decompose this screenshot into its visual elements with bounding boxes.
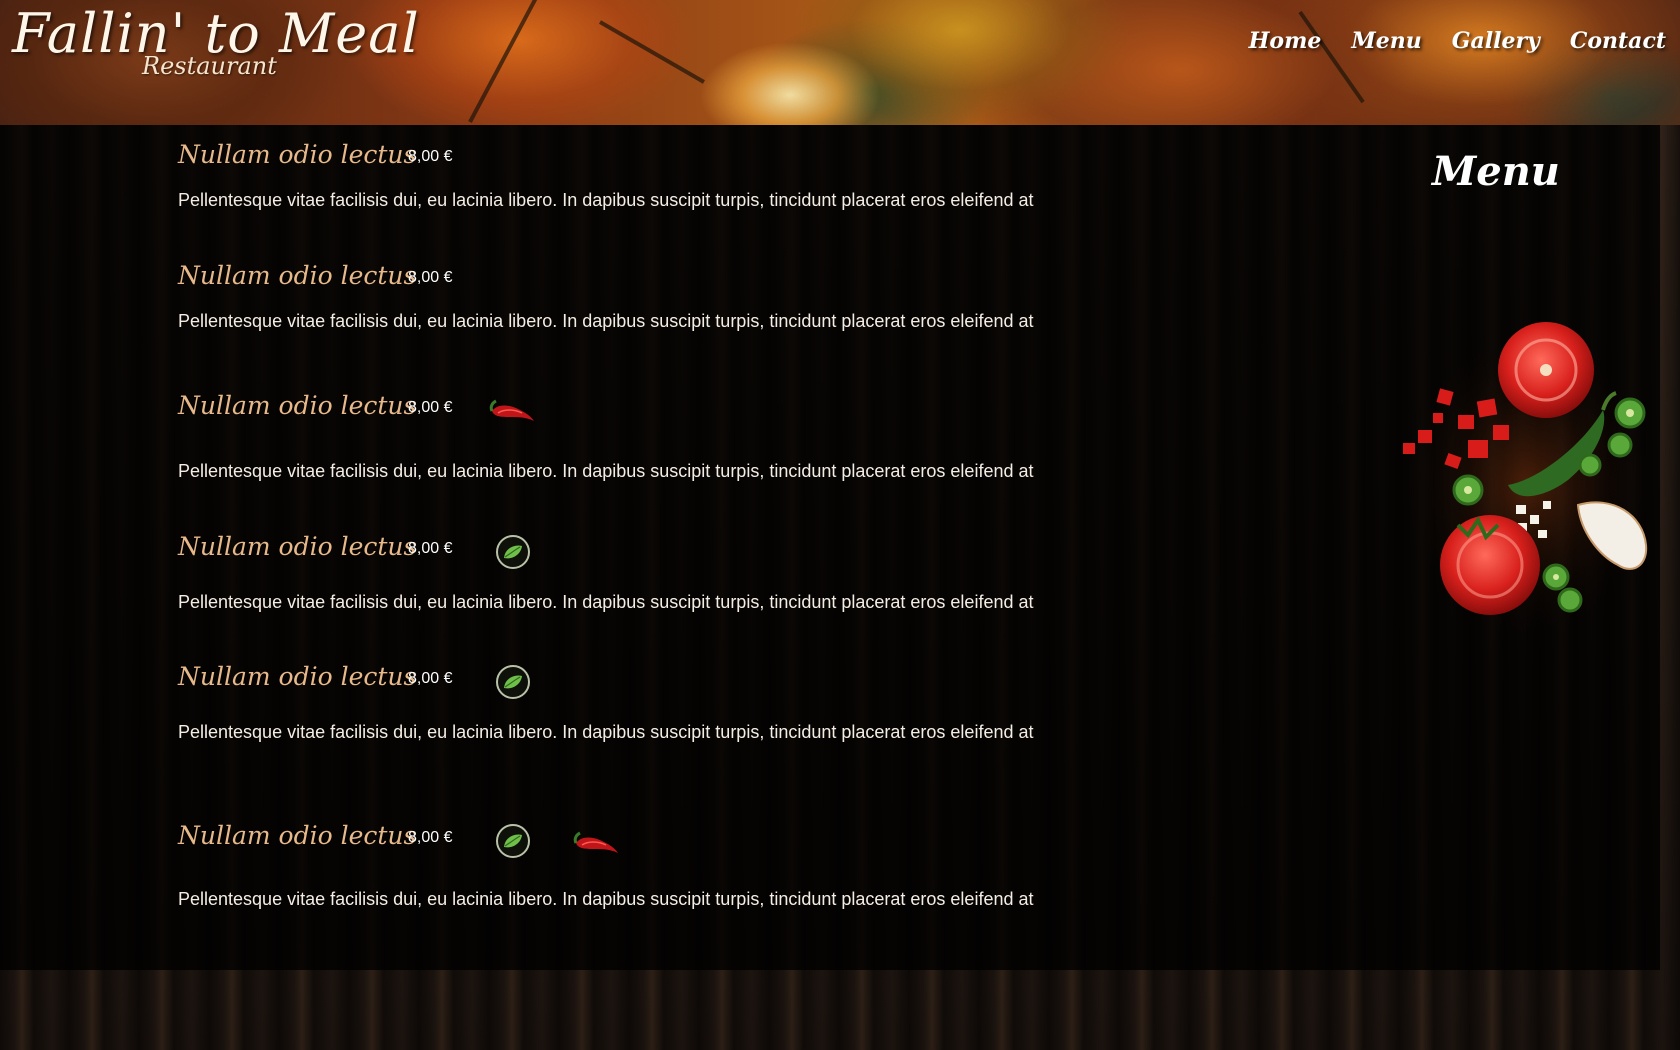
item-description: Pellentesque vitae facilisis dui, eu lac… — [178, 190, 1034, 210]
nav-contact[interactable]: Contact — [1570, 28, 1666, 54]
leaf-icon — [504, 545, 522, 559]
item-price: 8,00 € — [408, 670, 453, 687]
nav-gallery[interactable]: Gallery — [1452, 28, 1540, 54]
leaf-icon — [504, 834, 522, 848]
item-description: Pellentesque vitae facilisis dui, eu lac… — [178, 311, 1034, 331]
vegetables-image — [1398, 322, 1658, 645]
item-name: Nullam odio lectus — [178, 391, 417, 420]
item-name: Nullam odio lectus — [178, 662, 417, 691]
vegetarian-badge — [496, 665, 530, 699]
item-name: Nullam odio lectus — [178, 532, 417, 561]
nav-menu[interactable]: Menu — [1351, 28, 1421, 54]
item-description: Pellentesque vitae facilisis dui, eu lac… — [178, 722, 1034, 742]
vegetarian-badge — [496, 535, 530, 569]
chili-pepper-icon — [573, 831, 618, 853]
menu-item: Nullam odio lectus 8,00 € Pellentesque v… — [178, 391, 1138, 491]
item-name: Nullam odio lectus — [178, 821, 417, 850]
item-description: Pellentesque vitae facilisis dui, eu lac… — [178, 592, 1034, 612]
menu-item: Nullam odio lectus 8,00 € Pellentesque v… — [178, 532, 1138, 612]
leaf-icon — [504, 675, 522, 689]
nav-home[interactable]: Home — [1249, 28, 1322, 54]
header-banner: Fallin' to Meal Restaurant Home Menu Gal… — [0, 0, 1680, 125]
item-price: 8,00 € — [408, 148, 453, 165]
menu-item: Nullam odio lectus 8,00 € Pellentesque v… — [178, 140, 1138, 215]
menu-item: Nullam odio lectus 8,00 € Pellentesque v… — [178, 821, 1138, 921]
item-name: Nullam odio lectus — [178, 261, 417, 290]
item-price: 8,00 € — [408, 399, 453, 416]
menu-item: Nullam odio lectus 8,00 € Pellentesque v… — [178, 261, 1138, 336]
menu-heading: Menu — [1432, 148, 1560, 195]
chili-pepper-icon — [489, 399, 534, 421]
item-price: 8,00 € — [408, 829, 453, 846]
menu-item: Nullam odio lectus 8,00 € Pellentesque v… — [178, 662, 1138, 742]
item-description: Pellentesque vitae facilisis dui, eu lac… — [178, 889, 1034, 909]
item-price: 8,00 € — [408, 540, 453, 557]
main-nav: Home Menu Gallery Contact — [1249, 28, 1666, 54]
item-name: Nullam odio lectus — [178, 140, 417, 169]
vegetarian-badge — [496, 824, 530, 858]
item-description: Pellentesque vitae facilisis dui, eu lac… — [178, 461, 1034, 481]
item-price: 8,00 € — [408, 269, 453, 286]
logo-subtitle: Restaurant — [142, 52, 277, 80]
